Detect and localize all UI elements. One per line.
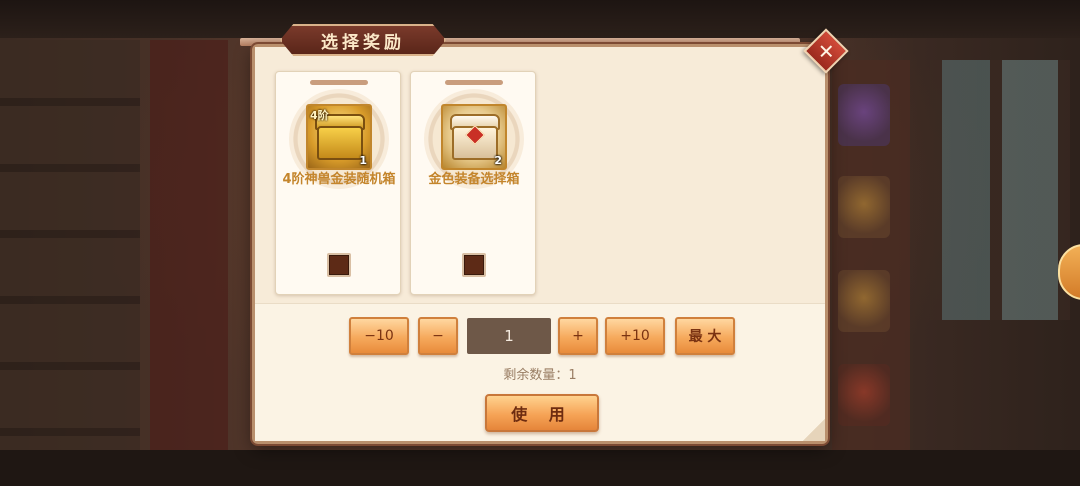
reward-card[interactable]: 4阶 1 4阶神兽金装随机箱	[275, 71, 401, 295]
background-shelf	[0, 40, 140, 460]
background-top-bar	[0, 0, 1080, 38]
tier-badge: 4阶	[310, 109, 329, 122]
reward-card[interactable]: 2 金色装备选择箱	[410, 71, 536, 295]
background-tile	[838, 84, 890, 146]
quantity-input[interactable]: 1	[467, 318, 551, 354]
page-corner-curl	[803, 419, 825, 441]
background-tile	[838, 364, 890, 426]
dialog-title-ribbon: 选择奖励	[280, 24, 446, 56]
reward-list-area: 4阶 1 4阶神兽金装随机箱 2 金色装备选择箱	[255, 47, 825, 303]
minus-1-button[interactable]: −	[418, 317, 458, 355]
use-button[interactable]: 使 用	[485, 394, 599, 432]
background-floor	[0, 450, 1080, 486]
white-gold-chest-icon: 2	[441, 104, 507, 170]
item-quantity: 2	[494, 154, 502, 167]
select-reward-dialog: 4阶 1 4阶神兽金装随机箱 2 金色装备选择箱 −10 − 1 + +10 最…	[252, 44, 828, 444]
plus-1-button[interactable]: +	[558, 317, 598, 355]
golden-chest-icon: 4阶 1	[306, 104, 372, 170]
background-tile	[838, 270, 890, 332]
reward-checkbox[interactable]	[462, 253, 486, 277]
reward-name: 金色装备选择箱	[428, 172, 520, 187]
max-button[interactable]: 最 大	[675, 317, 735, 355]
close-x-icon: ✕	[817, 38, 835, 63]
plus-10-button[interactable]: +10	[605, 317, 665, 355]
background-pillar	[150, 40, 228, 460]
minus-10-button[interactable]: −10	[349, 317, 409, 355]
remaining-quantity-label: 剩余数量：1	[503, 368, 577, 383]
item-quantity: 1	[359, 154, 367, 167]
background-tile	[838, 176, 890, 238]
dialog-title: 选择奖励	[321, 32, 405, 53]
card-hanger	[310, 80, 368, 85]
card-hanger	[445, 80, 503, 85]
background-window	[930, 60, 1070, 320]
reward-checkbox[interactable]	[327, 253, 351, 277]
reward-name: 4阶神兽金装随机箱	[282, 172, 396, 187]
